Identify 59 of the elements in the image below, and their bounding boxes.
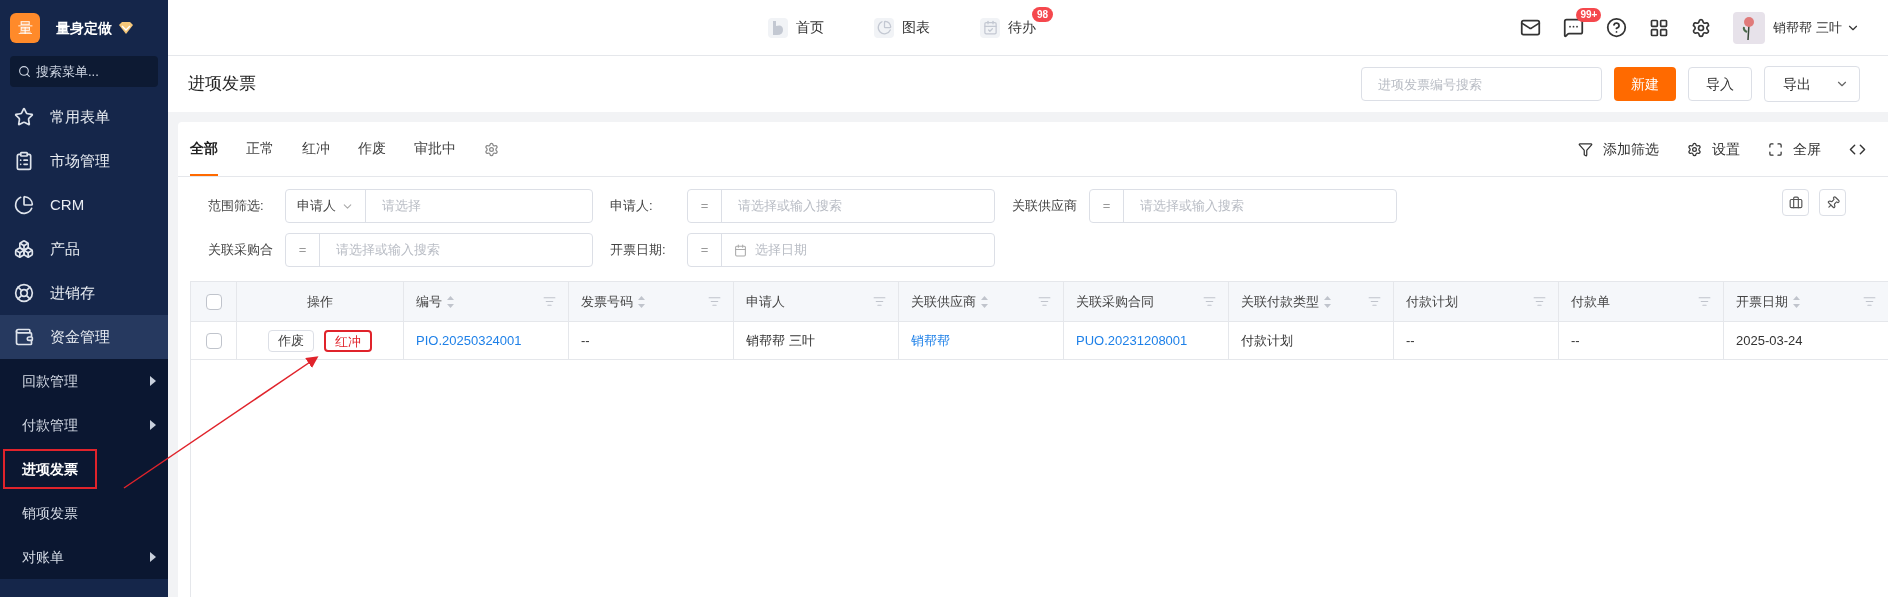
filter-input[interactable]: 请选择或输入搜索: [722, 196, 994, 216]
column-header[interactable]: 关联付款类型: [1229, 282, 1394, 321]
column-header[interactable]: 发票号码: [569, 282, 734, 321]
column-header[interactable]: 关联供应商: [899, 282, 1064, 321]
filter-tab[interactable]: 红冲: [302, 122, 330, 176]
export-button[interactable]: 导出: [1764, 66, 1860, 102]
table-cell: 付款计划: [1229, 322, 1394, 359]
toolbar-button[interactable]: 添加筛选: [1578, 138, 1659, 160]
table-cell: 销帮帮 三叶: [734, 322, 899, 359]
filter-input[interactable]: 请选择: [366, 196, 592, 216]
brand-logo: 量: [10, 13, 40, 43]
filter-input[interactable]: 选择日期: [747, 240, 994, 260]
filter-tab[interactable]: 审批中: [414, 122, 456, 176]
table-link[interactable]: 销帮帮: [899, 322, 1064, 359]
filter-label: 开票日期:: [610, 241, 667, 260]
sidebar-item[interactable]: 产品: [0, 227, 168, 271]
import-button[interactable]: 导入: [1688, 67, 1752, 101]
column-header[interactable]: 付款计划: [1394, 282, 1559, 321]
filter-tab[interactable]: 全部: [190, 122, 218, 176]
filter-input[interactable]: 请选择或输入搜索: [1124, 196, 1396, 216]
sidebar-item[interactable]: 资金管理: [0, 315, 168, 359]
table-cell: --: [1559, 322, 1724, 359]
filter-label: 关联采购合: [208, 241, 274, 260]
column-header[interactable]: 关联采购合同: [1064, 282, 1229, 321]
toolbar-button[interactable]: 设置: [1687, 138, 1740, 160]
column-header[interactable]: 操作: [237, 282, 404, 321]
page-title: 进项发票: [188, 73, 256, 96]
table-cell: --: [569, 322, 734, 359]
filter-label: 申请人:: [610, 197, 654, 216]
filter-label: 关联供应商: [1012, 197, 1078, 216]
brand-name: 量身定做: [56, 18, 112, 38]
filter-tab[interactable]: 作废: [358, 122, 386, 176]
toolbar-button[interactable]: 全屏: [1768, 138, 1821, 160]
table-cell: --: [1394, 322, 1559, 359]
search-field[interactable]: 进项发票编号搜索: [1361, 67, 1602, 101]
sidebar-item[interactable]: CRM: [0, 183, 168, 227]
count-badge: 99+: [1576, 8, 1602, 22]
sidebar-item[interactable]: 市场管理: [0, 139, 168, 183]
top-nav-item[interactable]: 首页: [768, 17, 824, 38]
filter-label: 范围筛选:: [208, 197, 265, 216]
sidebar-item[interactable]: 进销存: [0, 271, 168, 315]
filter-field[interactable]: 申请人 请选择: [285, 189, 593, 223]
menu-search-field[interactable]: 搜索菜单...: [10, 56, 158, 87]
column-header[interactable]: 编号: [404, 282, 569, 321]
table-link[interactable]: PUO.20231208001: [1064, 322, 1229, 359]
row-action-button[interactable]: 作废: [268, 329, 314, 352]
menu-search-input[interactable]: 搜索菜单...: [36, 61, 136, 82]
row-action-button[interactable]: 红冲: [324, 329, 372, 352]
table-link[interactable]: PIO.20250324001: [404, 322, 569, 359]
column-header[interactable]: 开票日期: [1724, 282, 1888, 321]
table-cell: 2025-03-24: [1724, 322, 1888, 359]
top-nav-item[interactable]: 图表: [874, 17, 930, 38]
sidebar-item[interactable]: 常用表单: [0, 95, 168, 139]
filter-tab[interactable]: 正常: [246, 122, 274, 176]
filter-input[interactable]: 请选择或输入搜索: [320, 240, 592, 260]
column-header[interactable]: 申请人: [734, 282, 899, 321]
column-header[interactable]: 付款单: [1559, 282, 1724, 321]
count-badge: 98: [1032, 7, 1054, 22]
user-name[interactable]: 销帮帮 三叶: [1773, 17, 1842, 38]
